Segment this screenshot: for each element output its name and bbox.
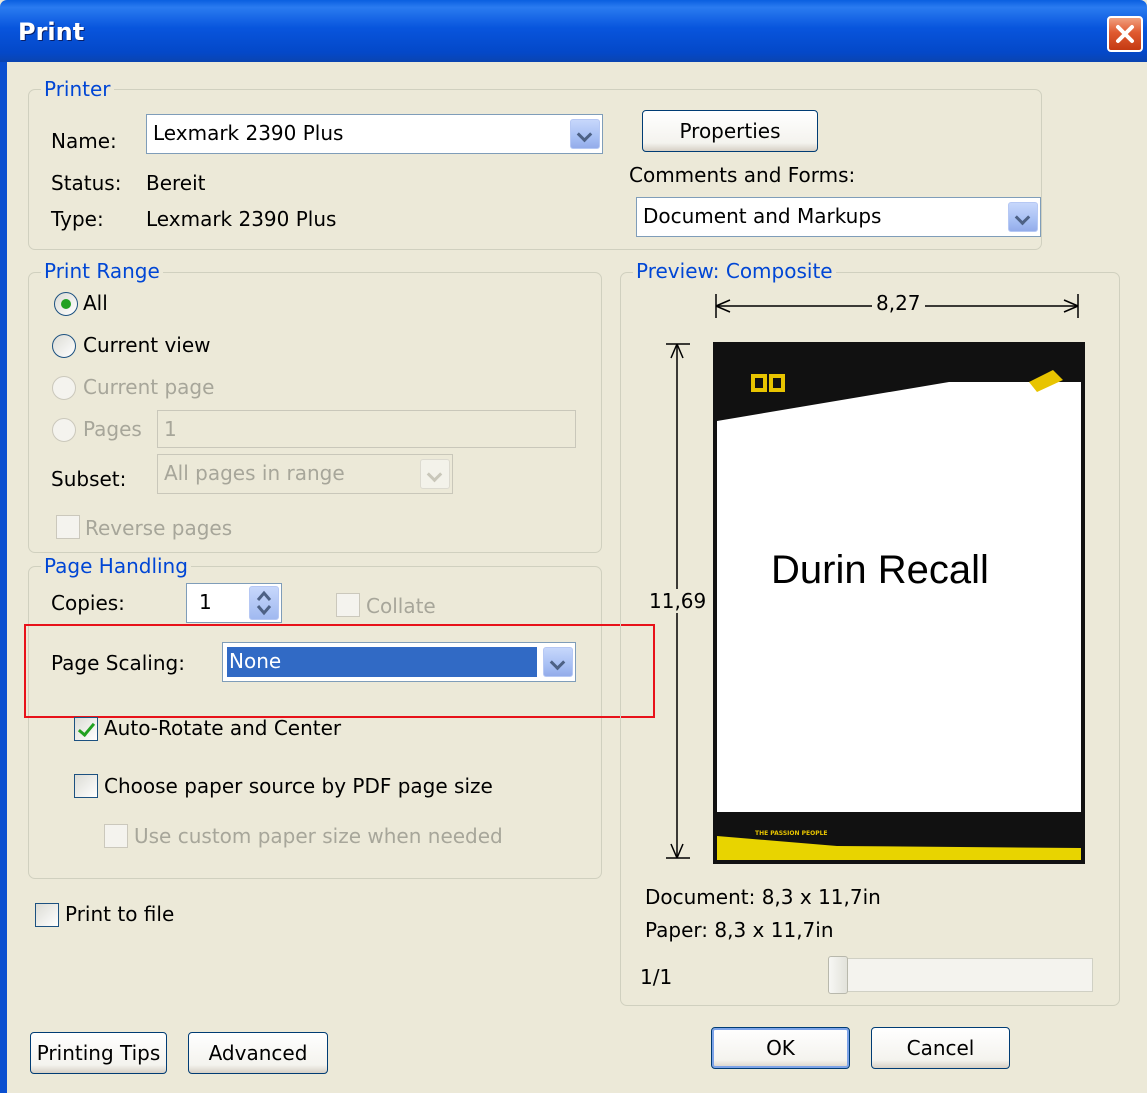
auto-rotate-checkbox[interactable] [74, 717, 98, 741]
chevron-down-icon [426, 466, 443, 483]
pages-label: Pages [83, 417, 142, 441]
width-dimension-label: 8,27 [872, 291, 925, 315]
collate-label: Collate [366, 594, 436, 618]
page-slider-track[interactable] [830, 958, 1093, 992]
print-range-legend: Print Range [41, 259, 163, 283]
printing-tips-button[interactable]: Printing Tips [30, 1032, 167, 1074]
status-label: Status: [51, 171, 122, 195]
preview-page-artwork [717, 346, 1081, 860]
window-title: Print [18, 18, 85, 46]
copies-spinner[interactable] [249, 586, 279, 620]
spinner-arrows-icon [256, 590, 272, 616]
current-view-radio[interactable] [52, 334, 76, 358]
reverse-pages-label: Reverse pages [85, 516, 233, 540]
copies-input[interactable]: 1 [186, 583, 282, 623]
comments-forms-select[interactable]: Document and Markups [636, 197, 1041, 237]
auto-rotate-label[interactable]: Auto-Rotate and Center [104, 716, 341, 740]
ok-button[interactable]: OK [711, 1027, 850, 1069]
custom-paper-checkbox [104, 824, 128, 848]
type-value: Lexmark 2390 Plus [146, 207, 337, 231]
choose-paper-label[interactable]: Choose paper source by PDF page size [104, 774, 493, 798]
preview-document-title: Durin Recall [771, 548, 989, 592]
page-slider-thumb[interactable] [828, 956, 848, 994]
all-label[interactable]: All [83, 291, 108, 315]
close-button[interactable] [1107, 16, 1143, 52]
preview-page: Durin Recall THE PASSION PEOPLE [713, 342, 1085, 864]
paper-size-label: Paper: 8,3 x 11,7in [645, 918, 834, 942]
subset-label: Subset: [51, 467, 127, 491]
advanced-button[interactable]: Advanced [188, 1032, 328, 1074]
printer-legend: Printer [41, 77, 114, 101]
printer-name-value: Lexmark 2390 Plus [153, 121, 344, 145]
print-to-file-checkbox[interactable] [35, 903, 59, 927]
chevron-down-icon [576, 126, 593, 143]
preview-legend: Preview: Composite [633, 259, 836, 283]
radio-selected-dot [61, 299, 71, 309]
comments-forms-value: Document and Markups [643, 204, 882, 228]
collate-checkbox [336, 593, 360, 617]
printer-name-select[interactable]: Lexmark 2390 Plus [146, 114, 603, 154]
current-page-label: Current page [83, 375, 215, 399]
printer-name-dropdown-button[interactable] [570, 119, 600, 149]
page-counter: 1/1 [640, 965, 673, 989]
pages-radio [52, 418, 76, 442]
comments-forms-label: Comments and Forms: [629, 163, 856, 187]
title-bar [0, 0, 1147, 62]
reverse-pages-checkbox [56, 515, 80, 539]
custom-paper-label: Use custom paper size when needed [134, 824, 503, 848]
choose-paper-checkbox[interactable] [74, 774, 98, 798]
annotation-highlight-box [24, 624, 655, 718]
type-label: Type: [51, 207, 104, 231]
properties-button[interactable]: Properties [642, 110, 818, 152]
cancel-button[interactable]: Cancel [871, 1027, 1010, 1069]
copies-value: 1 [199, 590, 212, 614]
subset-select: All pages in range [157, 454, 453, 494]
current-view-label[interactable]: Current view [83, 333, 211, 357]
print-to-file-label[interactable]: Print to file [65, 902, 174, 926]
status-value: Bereit [146, 171, 206, 195]
all-radio[interactable] [54, 292, 78, 316]
pages-input: 1 [157, 410, 576, 448]
checkmark-icon [77, 718, 96, 738]
chevron-down-icon [1014, 209, 1031, 226]
window-frame-left [0, 62, 7, 1093]
name-label: Name: [51, 129, 117, 153]
copies-label: Copies: [51, 591, 125, 615]
current-page-radio [52, 376, 76, 400]
preview-footer-tag: THE PASSION PEOPLE [755, 830, 828, 837]
height-dimension-label: 11,69 [645, 589, 711, 613]
pages-input-value: 1 [164, 417, 177, 441]
close-icon [1116, 25, 1134, 43]
page-handling-legend: Page Handling [41, 554, 191, 578]
subset-dropdown-button [420, 459, 450, 489]
subset-value: All pages in range [164, 461, 345, 485]
comments-forms-dropdown-button[interactable] [1008, 202, 1038, 232]
document-size-label: Document: 8,3 x 11,7in [645, 885, 881, 909]
